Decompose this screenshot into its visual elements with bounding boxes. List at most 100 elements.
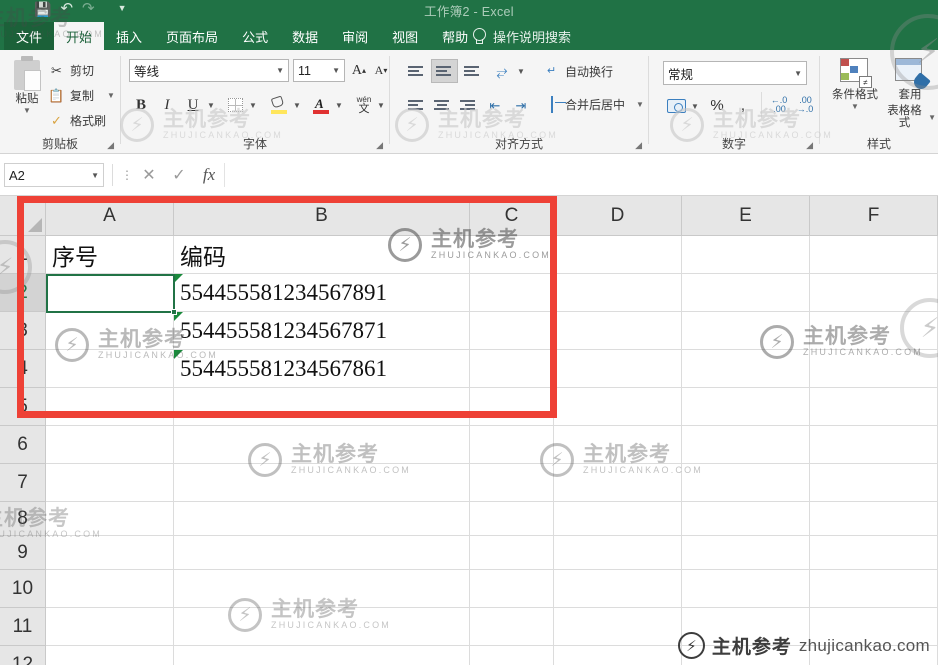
cell-f6[interactable]: [810, 426, 938, 464]
cell-b7[interactable]: [174, 464, 470, 502]
cell-c6[interactable]: [470, 426, 554, 464]
phonetic-dropdown-icon[interactable]: ▼: [375, 98, 387, 112]
cancel-entry-button[interactable]: ✕: [134, 165, 164, 185]
font-color-button[interactable]: A: [311, 94, 331, 116]
row-header-5[interactable]: 5: [0, 388, 46, 426]
cell-f1[interactable]: [810, 236, 938, 274]
format-painter-button[interactable]: ✓ 格式刷: [48, 112, 106, 129]
cell-f8[interactable]: [810, 502, 938, 536]
cell-a4[interactable]: [46, 350, 174, 388]
cell-c7[interactable]: [470, 464, 554, 502]
cell-a7[interactable]: [46, 464, 174, 502]
row-header-7[interactable]: 7: [0, 464, 46, 502]
cell-b4[interactable]: 554455581234567861: [174, 350, 470, 388]
align-left-button[interactable]: [404, 94, 428, 115]
cell-c4[interactable]: [470, 350, 554, 388]
cell-f7[interactable]: [810, 464, 938, 502]
tab-data[interactable]: 数据: [280, 22, 330, 50]
cell-e5[interactable]: [682, 388, 810, 426]
fill-color-dropdown-icon[interactable]: ▼: [291, 98, 303, 112]
grow-font-button[interactable]: A ▴: [349, 60, 369, 81]
expand-handle-icon[interactable]: ⋮: [121, 169, 134, 182]
cell-f4[interactable]: [810, 350, 938, 388]
row-header-12[interactable]: 12: [0, 646, 46, 665]
fill-color-button[interactable]: [269, 94, 289, 116]
column-header-d[interactable]: D: [554, 196, 682, 236]
cell-b10[interactable]: [174, 570, 470, 608]
cell-e6[interactable]: [682, 426, 810, 464]
cell-b12[interactable]: [174, 646, 470, 665]
row-header-3[interactable]: 3: [0, 312, 46, 350]
row-header-9[interactable]: 9: [0, 536, 46, 570]
cell-e2[interactable]: [682, 274, 810, 312]
align-middle-button[interactable]: [431, 59, 458, 83]
cell-d5[interactable]: [554, 388, 682, 426]
font-dialog-launcher[interactable]: ◢: [376, 140, 383, 151]
tab-view[interactable]: 视图: [380, 22, 430, 50]
select-all-corner[interactable]: [0, 196, 46, 236]
number-format-combo[interactable]: 常规 ▼: [663, 61, 807, 85]
underline-button[interactable]: U: [183, 94, 203, 116]
accounting-dropdown-icon[interactable]: ▼: [689, 99, 701, 113]
paste-button[interactable]: 粘贴 ▼: [4, 56, 50, 130]
cell-a10[interactable]: [46, 570, 174, 608]
name-box[interactable]: A2 ▼: [4, 163, 104, 187]
column-header-f[interactable]: F: [810, 196, 938, 236]
cell-e1[interactable]: [682, 236, 810, 274]
wrap-text-button[interactable]: ↵ 自动换行: [543, 63, 613, 80]
insert-function-button[interactable]: fx: [194, 165, 224, 185]
cell-d4[interactable]: [554, 350, 682, 388]
cell-c3[interactable]: [470, 312, 554, 350]
cell-d1[interactable]: [554, 236, 682, 274]
cell-f5[interactable]: [810, 388, 938, 426]
column-header-a[interactable]: A: [46, 196, 174, 236]
cell-c1[interactable]: [470, 236, 554, 274]
error-indicator-icon[interactable]: [174, 312, 183, 321]
row-header-11[interactable]: 11: [0, 608, 46, 646]
conditional-formatting-button[interactable]: ≠ 条件格式 ▼: [828, 58, 882, 111]
cell-c11[interactable]: [470, 608, 554, 646]
row-header-4[interactable]: 4: [0, 350, 46, 388]
cell-b1[interactable]: 编码: [174, 236, 470, 274]
cell-e4[interactable]: [682, 350, 810, 388]
formula-input[interactable]: [224, 163, 938, 187]
cell-d9[interactable]: [554, 536, 682, 570]
copy-button[interactable]: 📋 复制 ▼: [48, 87, 115, 104]
cell-d7[interactable]: [554, 464, 682, 502]
cell-b8[interactable]: [174, 502, 470, 536]
cell-c10[interactable]: [470, 570, 554, 608]
cell-d6[interactable]: [554, 426, 682, 464]
cell-d11[interactable]: [554, 608, 682, 646]
cell-b5[interactable]: [174, 388, 470, 426]
cell-f9[interactable]: [810, 536, 938, 570]
cell-c12[interactable]: [470, 646, 554, 665]
cell-d2[interactable]: [554, 274, 682, 312]
cell-a3[interactable]: [46, 312, 174, 350]
align-right-button[interactable]: [456, 94, 480, 115]
tab-review[interactable]: 审阅: [330, 22, 380, 50]
cell-e7[interactable]: [682, 464, 810, 502]
cell-b3[interactable]: 554455581234567871: [174, 312, 470, 350]
align-center-button[interactable]: [430, 94, 454, 115]
alignment-dialog-launcher[interactable]: ◢: [635, 140, 642, 151]
cell-f3[interactable]: [810, 312, 938, 350]
cell-f10[interactable]: [810, 570, 938, 608]
percent-style-button[interactable]: %: [707, 95, 727, 116]
align-top-button[interactable]: [404, 60, 429, 82]
font-size-combo[interactable]: 11 ▼: [293, 59, 345, 82]
italic-button[interactable]: I: [157, 94, 177, 116]
paste-dropdown-icon[interactable]: ▼: [23, 106, 31, 115]
cell-a5[interactable]: [46, 388, 174, 426]
increase-decimal-button[interactable]: ←.0 .00: [767, 94, 791, 116]
cell-b2[interactable]: 554455581234567891: [174, 274, 470, 312]
tab-file[interactable]: 文件: [4, 22, 55, 50]
cell-e10[interactable]: [682, 570, 810, 608]
confirm-entry-button[interactable]: ✓: [164, 165, 194, 185]
underline-dropdown-icon[interactable]: ▼: [205, 98, 217, 112]
cell-a12[interactable]: [46, 646, 174, 665]
number-dialog-launcher[interactable]: ◢: [806, 140, 813, 151]
cell-c2[interactable]: [470, 274, 554, 312]
error-indicator-icon[interactable]: [174, 350, 183, 359]
error-indicator-icon[interactable]: [174, 274, 183, 283]
cell-e8[interactable]: [682, 502, 810, 536]
